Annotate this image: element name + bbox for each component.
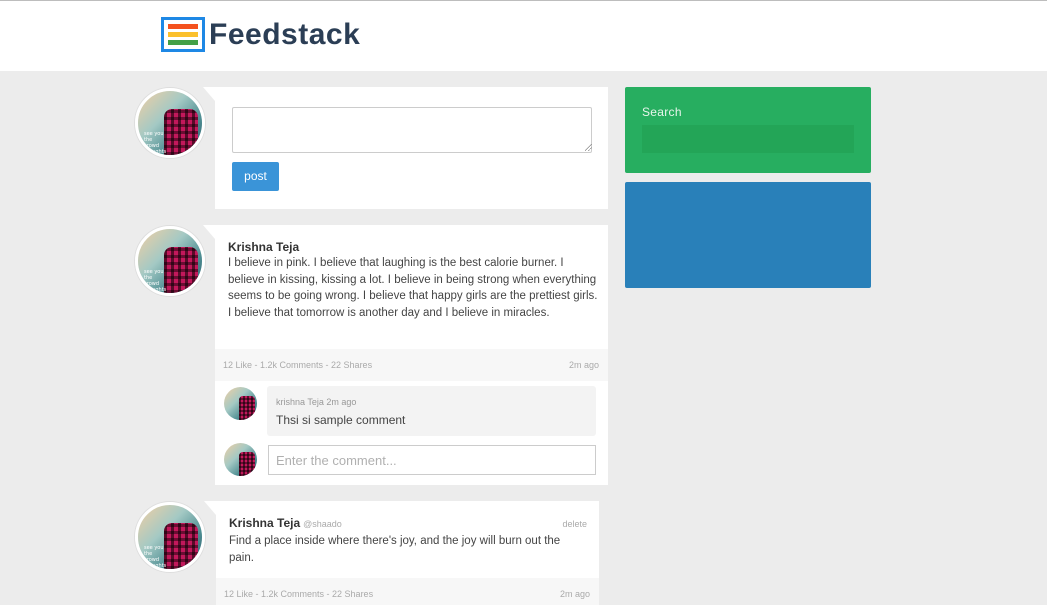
post-button[interactable]: post — [232, 162, 279, 191]
comment-input[interactable] — [268, 445, 596, 475]
post-timestamp: 2m ago — [559, 589, 590, 599]
logo-bar-green — [168, 40, 198, 45]
comment-bubble: krishna Teja 2m ago Thsi si sample comme… — [267, 386, 596, 436]
search-input[interactable] — [642, 125, 854, 153]
author-name[interactable]: Krishna Teja — [228, 240, 299, 254]
search-panel: Search — [625, 87, 871, 173]
resize-grip-icon[interactable] — [585, 144, 592, 151]
post-textarea[interactable] — [232, 107, 592, 153]
post-card: Krishna Teja @shaado delete Find a place … — [204, 501, 599, 605]
post-stats[interactable]: 12 Like - 1.2k Comments - 22 Shares — [223, 360, 372, 370]
composer-avatar: see you the crowd thoughts — [135, 88, 205, 158]
feedstack-logo-icon — [161, 17, 205, 52]
delete-link[interactable]: delete — [562, 519, 587, 529]
comment-avatar — [224, 387, 257, 420]
top-header: Feedstack — [0, 0, 1047, 71]
search-label: Search — [642, 105, 682, 119]
avatar-caption: see you the crowd thoughts — [144, 269, 167, 293]
author-handle[interactable]: @shaado — [303, 519, 342, 529]
commenter-avatar — [224, 443, 257, 476]
comment-text: Thsi si sample comment — [276, 413, 406, 427]
post-stats[interactable]: 12 Like - 1.2k Comments - 22 Shares — [224, 589, 373, 599]
post-text: I believe in pink. I believe that laughi… — [228, 257, 598, 319]
sidebar-blue-panel — [625, 182, 871, 288]
post-author[interactable]: Krishna Teja — [228, 240, 299, 254]
post-timestamp: 2m ago — [568, 360, 599, 370]
author-name[interactable]: Krishna Teja — [229, 516, 300, 530]
post-meta-bar: 12 Like - 1.2k Comments - 22 Shares 2m a… — [216, 578, 599, 605]
post-author[interactable]: Krishna Teja @shaado — [229, 516, 342, 530]
brand-name: Feedstack — [209, 17, 361, 51]
post-avatar[interactable]: see you the crowd thoughts — [135, 502, 205, 572]
comment-meta: krishna Teja 2m ago — [276, 397, 357, 407]
post-card: Krishna Teja I believe in pink. I believ… — [203, 225, 608, 485]
brand-logo[interactable]: Feedstack — [161, 17, 360, 52]
logo-bar-yellow — [168, 32, 198, 37]
avatar-caption: see you the crowd thoughts — [144, 545, 167, 569]
post-text: Find a place inside where there's joy, a… — [229, 535, 561, 564]
composer-card: post — [203, 87, 608, 209]
post-meta-bar: 12 Like - 1.2k Comments - 22 Shares 2m a… — [215, 349, 608, 381]
post-avatar[interactable]: see you the crowd thoughts — [135, 226, 205, 296]
avatar-caption: see you the crowd thoughts — [144, 131, 167, 155]
logo-bar-orange — [168, 24, 198, 29]
